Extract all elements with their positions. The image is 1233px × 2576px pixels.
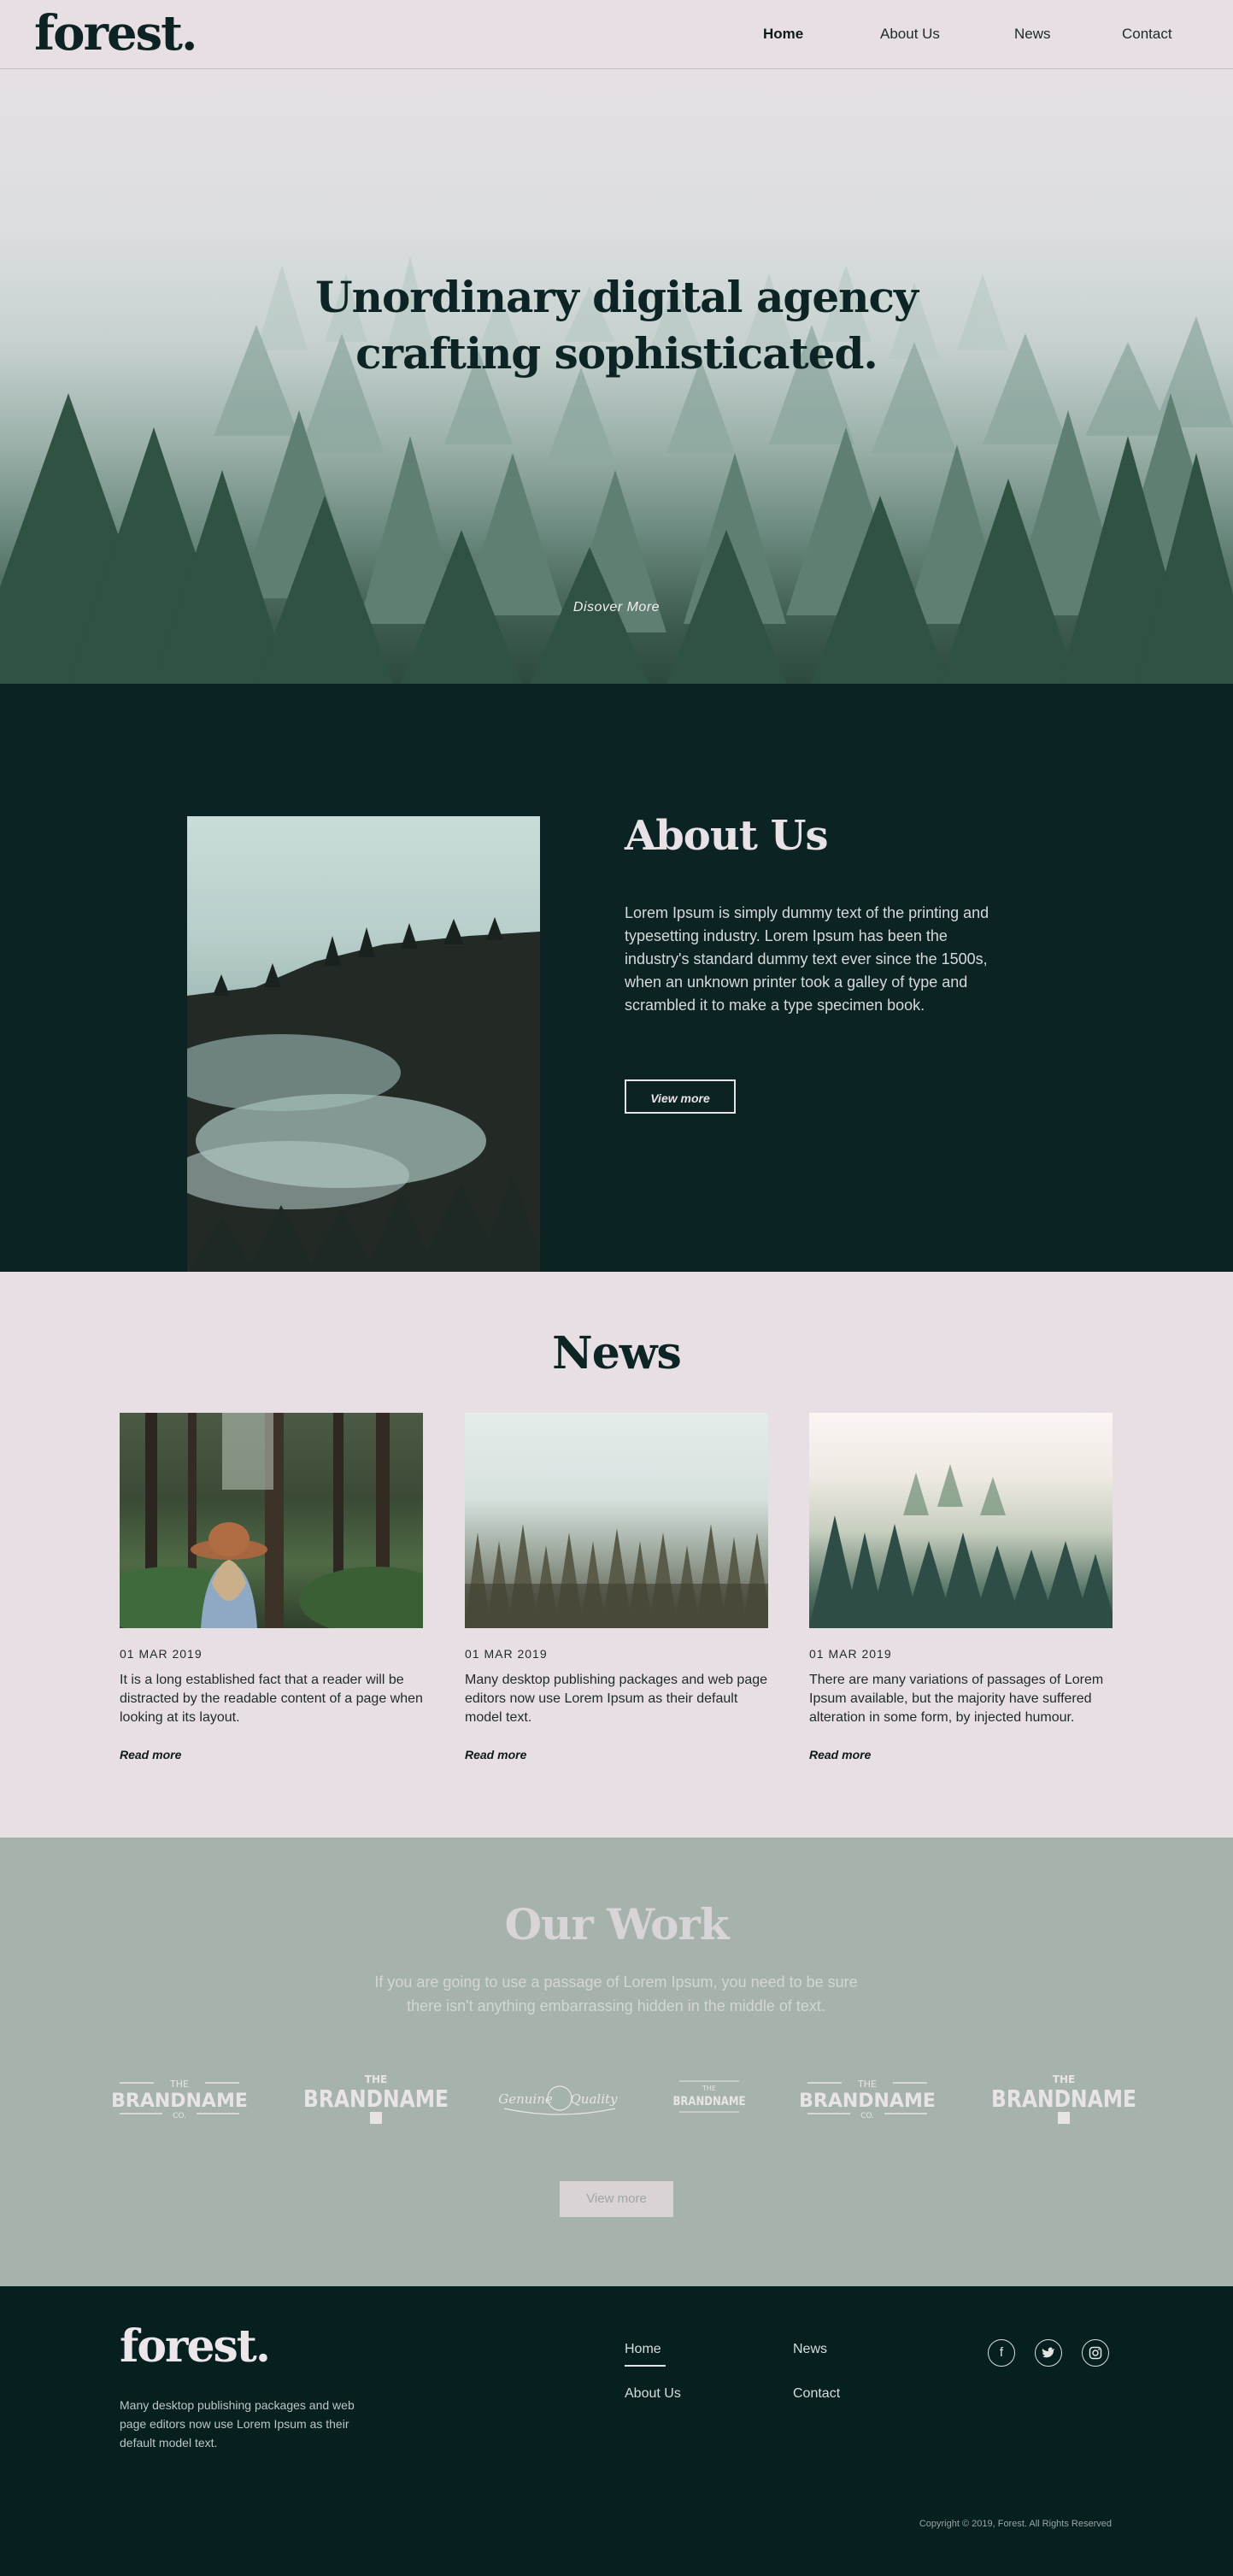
top-navigation: forest. Home About Us News Contact — [0, 0, 1233, 69]
news-card-read-more[interactable]: Read more — [809, 1748, 1113, 1761]
about-title: About Us — [625, 812, 828, 860]
news-card-date: 01 MAR 2019 — [120, 1647, 203, 1661]
news-card: 01 MAR 2019 Many desktop publishing pack… — [465, 1413, 768, 1761]
logo[interactable]: forest. — [34, 5, 197, 62]
brand-genuine-text: Genuine — [498, 2091, 553, 2107]
news-card-read-more[interactable]: Read more — [120, 1748, 423, 1761]
footer-logo[interactable]: forest. — [120, 2320, 271, 2373]
brand-the-text: THE — [169, 2079, 189, 2090]
brand-name-text: BRANDNAME — [303, 2085, 449, 2113]
discover-more-link[interactable]: Disover More — [0, 600, 1233, 615]
brand-the-text: THE — [365, 2073, 387, 2085]
news-card-date: 01 MAR 2019 — [465, 1647, 548, 1661]
brand-the-text: THE — [857, 2079, 877, 2090]
brand-logo: THE BRANDNAME — [673, 2080, 746, 2113]
brand-logo: THE BRANDNAME — [991, 2073, 1136, 2124]
news-card-text: There are many variations of passages of… — [809, 1673, 1104, 1725]
work-view-more-button[interactable]: View more — [560, 2181, 673, 2217]
twitter-icon[interactable] — [1035, 2339, 1062, 2367]
footer-link-news[interactable]: News — [793, 2342, 827, 2357]
brand-the-text: THE — [702, 2085, 716, 2092]
brand-logo: THE BRANDNAME — [303, 2073, 449, 2124]
nav-about-us[interactable]: About Us — [880, 26, 940, 43]
nav-news[interactable]: News — [1014, 26, 1051, 43]
hero-title-line2: crafting sophisticated. — [355, 328, 878, 379]
brand-logo: Genuine Quality — [498, 2085, 619, 2115]
work-title: Our Work — [504, 1899, 729, 1950]
about-image — [187, 816, 540, 1272]
news-card-text: It is a long established fact that a rea… — [120, 1673, 423, 1725]
news-card-date: 01 MAR 2019 — [809, 1647, 892, 1661]
news-card-image[interactable] — [809, 1413, 1113, 1628]
brand-quality-text: Quality — [571, 2091, 619, 2107]
footer-link-contact[interactable]: Contact — [793, 2386, 840, 2402]
news-card-image[interactable] — [465, 1413, 768, 1628]
footer-home-underline — [625, 2365, 666, 2367]
brand-name-text: BRANDNAME — [799, 2091, 936, 2112]
about-view-more-button[interactable]: View more — [625, 1079, 736, 1114]
footer: forest. Many desktop publishing packages… — [0, 2286, 1233, 2576]
hero-title-line1: Unordinary digital agency — [315, 272, 919, 322]
nav-home[interactable]: Home — [763, 26, 803, 43]
footer-description: Many desktop publishing packages and web… — [120, 2398, 355, 2450]
instagram-icon[interactable] — [1082, 2339, 1109, 2367]
copyright-text: Copyright © 2019, Forest. All Rights Res… — [919, 2519, 1112, 2529]
news-card-read-more[interactable]: Read more — [465, 1748, 768, 1761]
news-card-image[interactable] — [120, 1413, 423, 1628]
brand-co-text: CO. — [860, 2112, 874, 2120]
news-card: 01 MAR 2019 There are many variations of… — [809, 1413, 1113, 1761]
news-title: News — [552, 1327, 682, 1379]
brand-name-text: BRANDNAME — [673, 2095, 746, 2108]
nav-contact[interactable]: Contact — [1122, 26, 1172, 43]
hero-section: Unordinary digital agency crafting sophi… — [0, 68, 1233, 684]
our-work-section: Our Work If you are going to use a passa… — [0, 1838, 1233, 2286]
brand-co-text: CO. — [173, 2112, 186, 2120]
facebook-icon[interactable]: f — [988, 2339, 1015, 2367]
work-subtitle: If you are going to use a passage of Lor… — [374, 1973, 858, 2014]
about-text: Lorem Ipsum is simply dummy text of the … — [625, 904, 989, 1014]
brand-logo: THE BRANDNAME CO. — [799, 2079, 936, 2120]
news-card-text: Many desktop publishing packages and web… — [465, 1673, 768, 1725]
brand-name-text: BRANDNAME — [991, 2085, 1136, 2113]
brand-logo: THE BRANDNAME CO. — [111, 2079, 248, 2120]
news-card: 01 MAR 2019 It is a long established fac… — [120, 1413, 423, 1761]
footer-link-home[interactable]: Home — [625, 2342, 661, 2357]
brand-name-text: BRANDNAME — [111, 2091, 248, 2112]
news-section: News 01 MAR 2019 It is a long establishe… — [0, 1272, 1233, 1838]
about-section: About Us Lorem Ipsum is simply dummy tex… — [0, 684, 1233, 1272]
hero-title: Unordinary digital agency crafting sophi… — [0, 269, 1233, 382]
footer-link-about-us[interactable]: About Us — [625, 2386, 681, 2402]
brand-the-text: THE — [1053, 2073, 1075, 2085]
